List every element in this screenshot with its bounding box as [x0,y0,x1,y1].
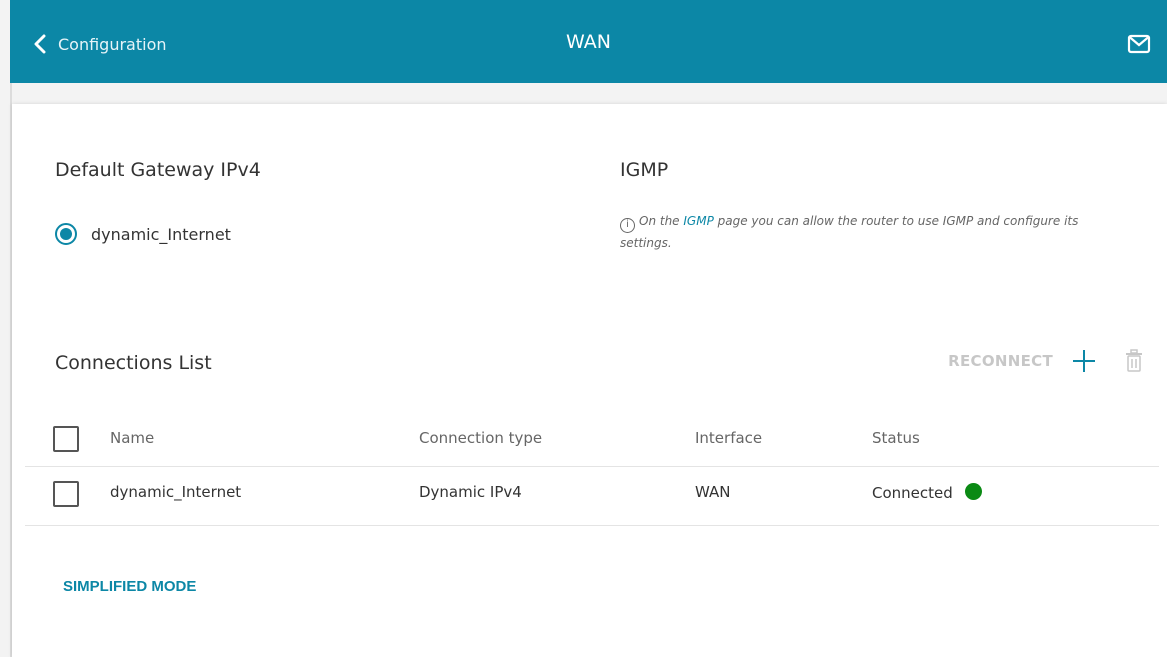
mail-icon[interactable] [1127,34,1151,54]
igmp-note: i On the IGMP page you can allow the rout… [620,211,1120,254]
column-header-name[interactable]: Name [110,429,154,447]
row-connection-type: Dynamic IPv4 [419,483,522,501]
top-bar: Configuration WAN [10,0,1167,83]
delete-icon[interactable] [1125,349,1143,373]
select-all-checkbox[interactable] [53,426,79,452]
info-icon: i [620,218,635,233]
column-header-connection-type[interactable]: Connection type [419,429,542,447]
row-status: Connected [872,483,982,502]
table-row-divider [25,525,1159,526]
reconnect-button[interactable]: RECONNECT [948,352,1053,370]
connections-toolbar: RECONNECT [948,348,1143,374]
gateway-option-label: dynamic_Internet [91,224,231,244]
igmp-note-text-1: On the [639,214,684,228]
table-header-divider [25,466,1159,467]
gateway-option-dynamic-internet[interactable]: dynamic_Internet [55,223,231,245]
add-connection-icon[interactable] [1071,348,1097,374]
simplified-mode-button[interactable]: SIMPLIFIED MODE [63,578,196,595]
page-title: WAN [566,31,611,53]
row-status-text: Connected [872,484,953,502]
gateway-radio[interactable] [55,223,77,245]
default-gateway-heading: Default Gateway IPv4 [55,159,261,181]
igmp-heading: IGMP [620,159,669,181]
radio-selected-dot [60,228,72,240]
igmp-link[interactable]: IGMP [683,214,713,228]
row-checkbox[interactable] [53,481,79,507]
row-interface: WAN [695,483,731,501]
connections-list-heading: Connections List [55,352,212,374]
main-card: Default Gateway IPv4 dynamic_Internet IG… [12,104,1167,657]
column-header-status[interactable]: Status [872,429,920,447]
row-name: dynamic_Internet [110,483,242,501]
connected-status-icon [964,483,982,500]
column-header-interface[interactable]: Interface [695,429,762,447]
